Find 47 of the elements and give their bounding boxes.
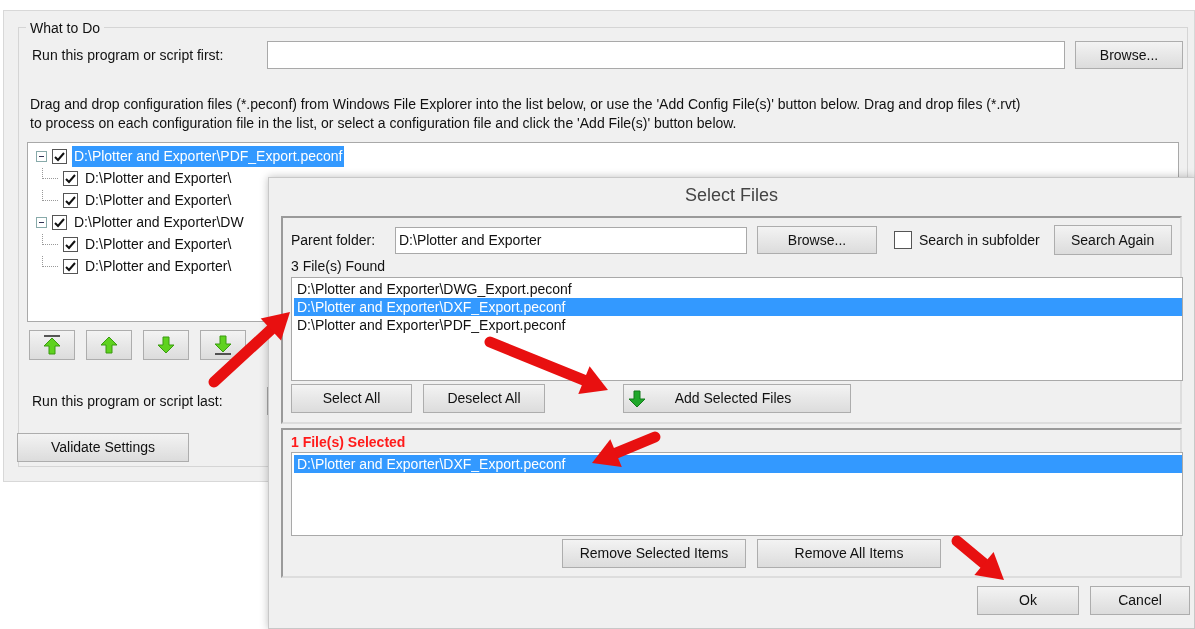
field-label: Run this program or script first: <box>32 45 225 65</box>
selected-count-label: 1 File(s) Selected <box>291 434 406 450</box>
checkbox[interactable] <box>63 170 78 186</box>
checkbox-label[interactable]: Search in subfolder <box>919 229 1040 251</box>
deselect-all-button[interactable]: Deselect All <box>423 384 545 413</box>
checkbox[interactable] <box>63 192 78 208</box>
field-label: Run this program or script last: <box>32 391 224 411</box>
checkbox[interactable] <box>52 214 67 230</box>
move-to-bottom-icon <box>212 334 234 356</box>
down-arrow-icon <box>155 334 177 356</box>
validate-settings-button[interactable]: Validate Settings <box>17 433 189 462</box>
down-arrow-icon <box>628 389 646 408</box>
browse-button[interactable]: Browse... <box>757 226 877 254</box>
tree-item[interactable]: D:\Plotter and Exporter\ <box>83 167 234 189</box>
tree-item[interactable]: D:\Plotter and Exporter\ <box>83 189 234 211</box>
select-all-button[interactable]: Select All <box>291 384 412 413</box>
input-field[interactable] <box>267 41 1065 69</box>
add-selected-files-button[interactable]: Add Selected Files <box>623 384 851 413</box>
dialog-title: Select Files <box>684 183 778 207</box>
input-field[interactable]: D:\Plotter and Exporter <box>395 226 747 254</box>
up-arrow-icon <box>98 334 120 356</box>
move-to-top-icon <box>41 334 63 356</box>
tree-item[interactable]: D:\Plotter and Exporter\ <box>83 255 234 277</box>
list-item[interactable]: D:\Plotter and Exporter\PDF_Export.peconf <box>294 316 1182 334</box>
tree-item[interactable]: D:\Plotter and Exporter\ <box>83 233 234 255</box>
browse-button[interactable]: Browse... <box>1075 41 1183 69</box>
search-again-button[interactable]: Search Again <box>1053 225 1172 255</box>
collapse-icon[interactable] <box>36 150 47 162</box>
cancel-button[interactable]: Cancel <box>1090 586 1190 615</box>
checkbox[interactable] <box>63 236 78 252</box>
remove-all-button[interactable]: Remove All Items <box>757 539 941 568</box>
checkbox[interactable] <box>52 148 67 164</box>
checkbox[interactable] <box>894 231 912 249</box>
tree-item[interactable]: D:\Plotter and Exporter\DW <box>72 211 246 233</box>
field-label: Parent folder: <box>291 230 377 250</box>
ok-button[interactable]: Ok <box>977 586 1079 615</box>
list-item[interactable]: D:\Plotter and Exporter\DWG_Export.peconf <box>294 280 1182 298</box>
annotation-arrow <box>592 431 661 467</box>
annotation-arrow <box>951 535 1004 580</box>
checkbox[interactable] <box>63 258 78 274</box>
bottom-button[interactable] <box>200 330 246 360</box>
group-title: What to Do <box>30 20 101 36</box>
instructions-text: Drag and drop configuration files (*.peconf) from Windows File Explorer into the list below, or use the 'Add Config File(s)' button below. Drag and drop files (*.rvt) to process on each configuration file in the list, or select a configuration file and click the 'Add File(s)' button below. <box>30 95 1021 133</box>
top-button[interactable] <box>29 330 75 360</box>
remove-selected-button[interactable]: Remove Selected Items <box>562 539 746 568</box>
collapse-icon[interactable] <box>36 216 47 228</box>
found-count-label: 3 File(s) Found <box>291 258 386 274</box>
